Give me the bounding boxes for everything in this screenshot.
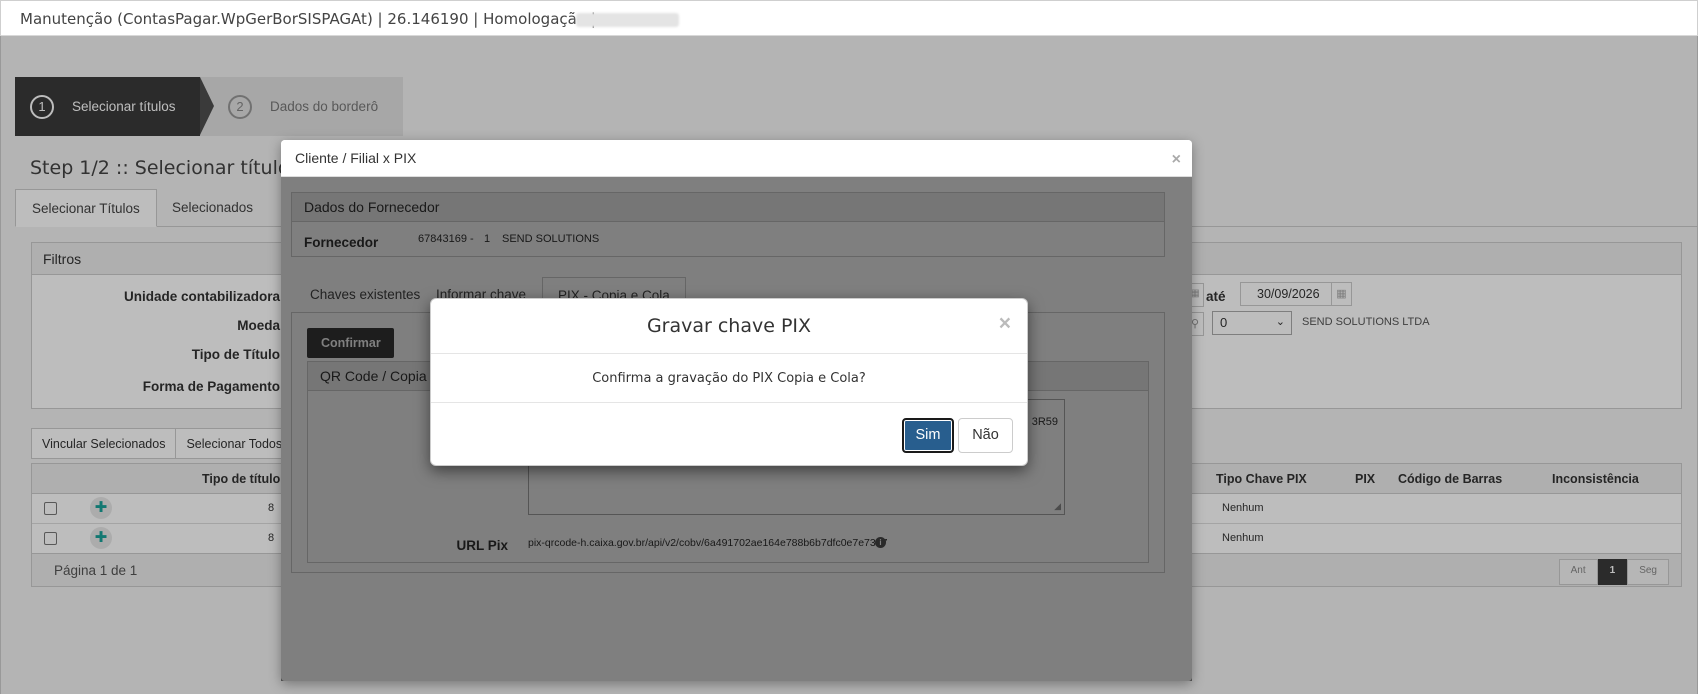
close-icon[interactable]: × [1172, 151, 1181, 169]
confirm-dialog-header: Gravar chave PIX × [431, 299, 1027, 354]
confirm-dialog-footer: Sim Não [431, 402, 1027, 467]
confirm-dialog: Gravar chave PIX × Confirma a gravação d… [430, 298, 1028, 466]
window-titlebar: Manutenção (ContasPagar.WpGerBorSISPAGAt… [0, 0, 1698, 36]
pix-modal-title: Cliente / Filial x PIX [295, 150, 417, 166]
yes-button[interactable]: Sim [902, 418, 954, 453]
pix-modal-header: Cliente / Filial x PIX × [281, 140, 1192, 177]
close-icon[interactable]: × [999, 312, 1011, 336]
window-title: Manutenção (ContasPagar.WpGerBorSISPAGAt… [20, 10, 596, 28]
confirm-dialog-message: Confirma a gravação do PIX Copia e Cola? [592, 371, 866, 386]
no-button[interactable]: Não [958, 418, 1013, 453]
redacted-user [576, 13, 679, 27]
confirm-dialog-title: Gravar chave PIX [646, 315, 812, 337]
